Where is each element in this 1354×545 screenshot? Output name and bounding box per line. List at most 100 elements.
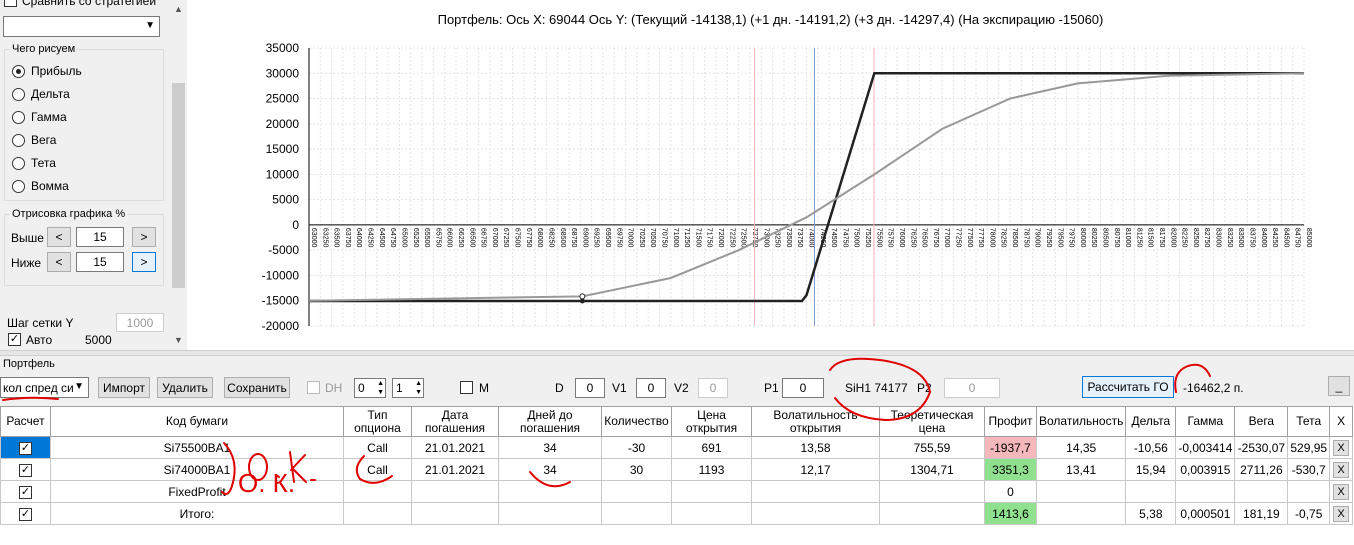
strategy-select[interactable]: ▼: [3, 16, 160, 37]
gamma-cell[interactable]: [1175, 480, 1236, 503]
type-cell[interactable]: Call: [343, 436, 412, 459]
above-decrease-button[interactable]: <: [47, 227, 71, 247]
profit-cell[interactable]: 1413,6: [984, 502, 1037, 525]
profit-cell[interactable]: 0: [984, 480, 1037, 503]
theo-cell[interactable]: [879, 502, 985, 525]
table-row[interactable]: ✓ Итого: 1413,6 5,38 0,000501 181,19 -0,…: [0, 502, 1354, 525]
portfolio-select[interactable]: кол спред си ▼: [0, 377, 89, 398]
code-cell[interactable]: Si75500BA1: [50, 436, 344, 459]
delete-button[interactable]: Удалить: [157, 377, 213, 398]
qty-cell[interactable]: 30: [601, 458, 672, 481]
col-header[interactable]: Дата погашения: [411, 406, 499, 437]
dh-checkbox[interactable]: [307, 381, 320, 394]
d-input[interactable]: 0: [575, 378, 605, 398]
radio-delta[interactable]: Дельта: [12, 86, 70, 102]
minimize-button[interactable]: _: [1328, 376, 1350, 396]
col-header[interactable]: Волатильность: [1035, 406, 1127, 437]
price-cell[interactable]: [671, 502, 752, 525]
col-header[interactable]: Расчет: [0, 406, 51, 437]
vega-cell[interactable]: [1234, 480, 1289, 503]
splitter[interactable]: [0, 350, 1354, 356]
vega-cell[interactable]: 181,19: [1234, 502, 1289, 525]
col-header[interactable]: Теоретическая цена: [879, 406, 985, 437]
radio-vega[interactable]: Вега: [12, 132, 56, 148]
table-row[interactable]: ✓ FixedProfit 0 X: [0, 480, 1354, 503]
theta-cell[interactable]: [1287, 480, 1331, 503]
vol-cell[interactable]: 13,41: [1035, 458, 1127, 481]
col-header[interactable]: Тип опциона: [343, 406, 412, 437]
left-panel-scroll-thumb[interactable]: [172, 83, 185, 288]
qty-cell[interactable]: -30: [601, 436, 672, 459]
col-header[interactable]: Дельта: [1125, 406, 1177, 437]
date-cell[interactable]: [411, 480, 499, 503]
theo-cell[interactable]: [879, 480, 985, 503]
date-cell[interactable]: 21.01.2021: [411, 436, 499, 459]
days-cell[interactable]: [498, 480, 602, 503]
above-increase-button[interactable]: >: [132, 227, 156, 247]
theo-cell[interactable]: 1304,71: [879, 458, 985, 481]
price-cell[interactable]: [671, 480, 752, 503]
table-row[interactable]: ✓ Si75500BA1 Call 21.01.2021 34 -30 691 …: [0, 436, 1354, 459]
radio-gamma[interactable]: Гамма: [12, 109, 67, 125]
save-button[interactable]: Сохранить: [224, 377, 290, 398]
radio-theta[interactable]: Тета: [12, 155, 56, 171]
check-icon[interactable]: ✓: [19, 464, 32, 477]
days-cell[interactable]: 34: [498, 436, 602, 459]
type-cell[interactable]: [343, 502, 412, 525]
theta-cell[interactable]: -0,75: [1287, 502, 1331, 525]
below-decrease-button[interactable]: <: [47, 252, 71, 272]
gamma-cell[interactable]: 0,003915: [1175, 458, 1236, 481]
delta-cell[interactable]: [1125, 480, 1177, 503]
check-icon[interactable]: ✓: [19, 508, 32, 521]
gamma-cell[interactable]: 0,000501: [1175, 502, 1236, 525]
above-input[interactable]: 15: [76, 227, 124, 247]
remove-cell[interactable]: X: [1329, 480, 1354, 503]
delta-cell[interactable]: 15,94: [1125, 458, 1177, 481]
col-header[interactable]: Тета: [1287, 406, 1331, 437]
qty-cell[interactable]: [601, 480, 672, 503]
type-cell[interactable]: Call: [343, 458, 412, 481]
price-cell[interactable]: 1193: [671, 458, 752, 481]
vol-cell[interactable]: 14,35: [1035, 436, 1127, 459]
vol-cell[interactable]: [1035, 502, 1127, 525]
date-cell[interactable]: 21.01.2021: [411, 458, 499, 481]
days-cell[interactable]: 34: [498, 458, 602, 481]
theo-cell[interactable]: 755,59: [879, 436, 985, 459]
col-header[interactable]: Дней до погашения: [498, 406, 602, 437]
m-checkbox[interactable]: [460, 381, 473, 394]
qty-cell[interactable]: [601, 502, 672, 525]
grid-step-input[interactable]: 1000: [116, 313, 164, 332]
profit-cell[interactable]: 3351,3: [984, 458, 1037, 481]
col-header[interactable]: Вега: [1234, 406, 1289, 437]
remove-row-button[interactable]: X: [1333, 439, 1350, 456]
vega-cell[interactable]: 2711,26: [1234, 458, 1289, 481]
col-header[interactable]: Количество: [601, 406, 672, 437]
import-button[interactable]: Импорт: [98, 377, 150, 398]
theta-cell[interactable]: -530,7: [1287, 458, 1331, 481]
price-cell[interactable]: 691: [671, 436, 752, 459]
vol-cell[interactable]: [1035, 480, 1127, 503]
p1-input[interactable]: 0: [782, 378, 824, 398]
check-icon[interactable]: ✓: [19, 486, 32, 499]
dh-spin1[interactable]: 0 ▲ ▼: [354, 378, 386, 398]
code-cell[interactable]: Si74000BA1: [50, 458, 344, 481]
chart-area[interactable]: Портфель: Ось X: 69044 Ось Y: (Текущий -…: [187, 0, 1354, 350]
gamma-cell[interactable]: -0,003414: [1175, 436, 1236, 459]
remove-cell[interactable]: X: [1329, 458, 1354, 481]
code-cell[interactable]: FixedProfit: [50, 480, 344, 503]
profit-cell[interactable]: -1937,7: [984, 436, 1037, 459]
remove-row-button[interactable]: X: [1333, 505, 1350, 522]
remove-row-button[interactable]: X: [1333, 461, 1350, 478]
delta-cell[interactable]: -10,56: [1125, 436, 1177, 459]
calc-go-button[interactable]: Рассчитать ГО: [1082, 376, 1174, 398]
table-row[interactable]: ✓ Si74000BA1 Call 21.01.2021 34 30 1193 …: [0, 458, 1354, 481]
date-cell[interactable]: [411, 502, 499, 525]
vega-cell[interactable]: -2530,07: [1234, 436, 1289, 459]
auto-checkbox[interactable]: ✓: [8, 333, 21, 346]
col-header[interactable]: Профит: [984, 406, 1037, 437]
below-input[interactable]: 15: [76, 252, 124, 272]
radio-profit[interactable]: Прибыль: [12, 63, 82, 79]
below-increase-button[interactable]: >: [132, 252, 156, 272]
p2-input[interactable]: 0: [944, 378, 1000, 398]
calc-cell[interactable]: ✓: [0, 480, 51, 503]
